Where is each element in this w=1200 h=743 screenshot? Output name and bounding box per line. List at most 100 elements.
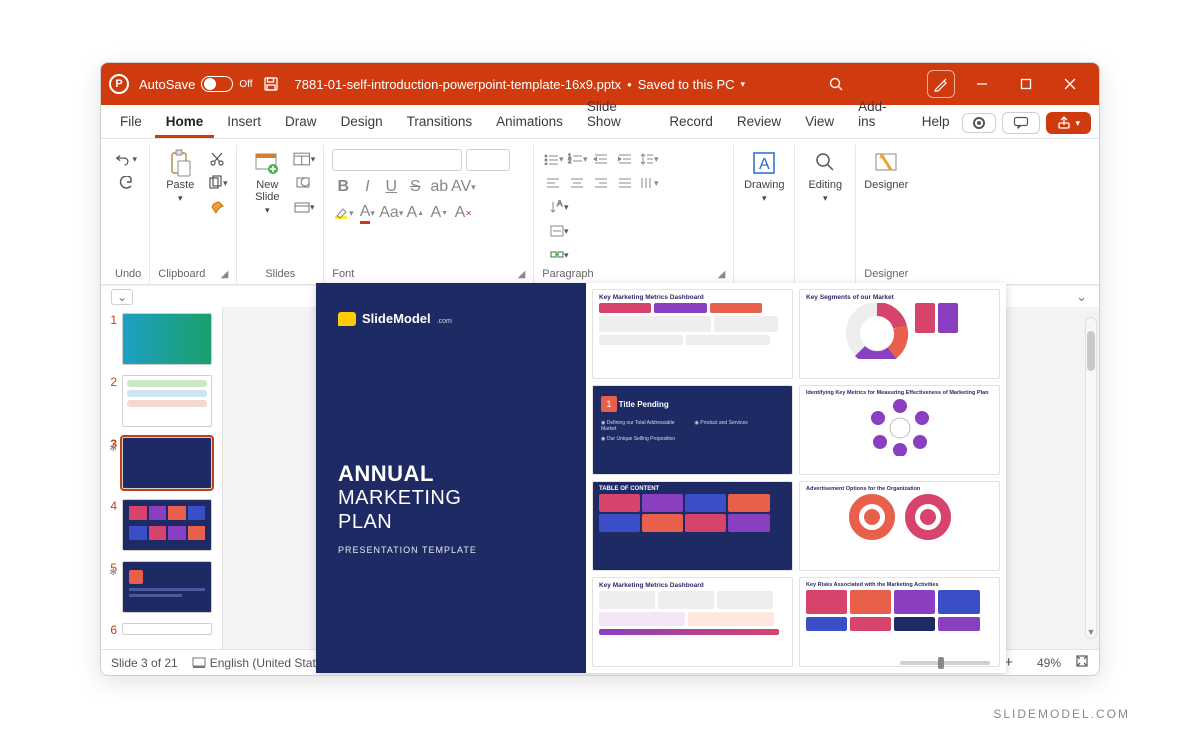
tab-add-ins[interactable]: Add-ins <box>847 91 909 138</box>
app-logo-icon: P <box>109 74 129 94</box>
numbering-button[interactable]: 12▾ <box>566 149 588 169</box>
align-text-button[interactable]: ▾ <box>548 221 570 241</box>
thumbnail-1[interactable]: 1 <box>103 313 216 365</box>
text-direction-button[interactable]: A▾ <box>548 197 570 217</box>
tab-design[interactable]: Design <box>330 106 394 138</box>
tab-draw[interactable]: Draw <box>274 106 328 138</box>
group-label-paragraph: Paragraph <box>542 268 593 280</box>
copy-button[interactable]: ▾ <box>206 173 228 193</box>
ribbon-group-undo: ▾ Undo <box>107 145 150 284</box>
share-button[interactable]: ▾ <box>1046 112 1091 134</box>
zoom-slider[interactable] <box>900 661 990 665</box>
align-left-button[interactable] <box>542 173 564 193</box>
font-size-select[interactable] <box>466 149 510 171</box>
slide-counter[interactable]: Slide 3 of 21 <box>111 656 178 670</box>
thumbnail-5[interactable]: 5✻ <box>103 561 216 613</box>
dialog-launcher-icon[interactable]: ◢ <box>518 269 526 280</box>
indent-decrease-button[interactable] <box>590 149 612 169</box>
slide-thumbnail-pane[interactable]: 1 2 3✻ 4 5✻ 6 <box>101 307 223 649</box>
vertical-scrollbar[interactable]: ▲ ▼ <box>1085 317 1097 639</box>
align-right-button[interactable] <box>590 173 612 193</box>
mini-8: Key Risks Associated with the Marketing … <box>799 577 1000 667</box>
bold-button[interactable]: B <box>332 177 354 197</box>
reset-button[interactable] <box>293 173 315 193</box>
close-button[interactable] <box>1049 63 1091 105</box>
paste-button[interactable]: Paste▾ <box>158 149 202 204</box>
group-label-designer: Designer <box>864 265 908 284</box>
layout-button[interactable]: ▾ <box>293 149 315 169</box>
watermark: SLIDEMODEL.COM <box>993 707 1130 721</box>
tab-home[interactable]: Home <box>155 106 215 138</box>
editing-button[interactable]: Editing▾ <box>803 149 847 204</box>
tab-review[interactable]: Review <box>726 106 792 138</box>
slide-title-2: MARKETING <box>338 487 461 510</box>
shadow-text-button[interactable]: ab <box>428 177 450 197</box>
change-case-button[interactable]: Aa▾ <box>380 203 402 223</box>
shrink-font-button[interactable]: A▼ <box>428 203 450 223</box>
tab-animations[interactable]: Animations <box>485 106 574 138</box>
camera-record-button[interactable] <box>962 113 996 133</box>
tab-insert[interactable]: Insert <box>216 106 272 138</box>
italic-button[interactable]: I <box>356 177 378 197</box>
bullets-button[interactable]: ▾ <box>542 149 564 169</box>
maximize-button[interactable] <box>1005 63 1047 105</box>
font-color-button[interactable]: A▾ <box>356 203 378 223</box>
new-slide-button[interactable]: New Slide▾ <box>245 149 289 216</box>
dialog-launcher-icon[interactable]: ◢ <box>718 269 726 280</box>
fit-to-window-button[interactable] <box>1075 654 1089 671</box>
group-label-undo: Undo <box>115 265 141 284</box>
tab-help[interactable]: Help <box>911 106 961 138</box>
undo-button[interactable]: ▾ <box>115 149 137 169</box>
columns-button[interactable]: ▾ <box>638 173 660 193</box>
thumbnail-4[interactable]: 4 <box>103 499 216 551</box>
clear-format-button[interactable]: A✕ <box>452 203 474 223</box>
collapse-ribbon-button[interactable]: ⌄ <box>1076 289 1087 305</box>
current-slide[interactable]: SlideModel.com ANNUAL MARKETING PLAN PRE… <box>316 283 1006 673</box>
slidemodel-logo: SlideModel.com <box>338 311 452 326</box>
cut-button[interactable] <box>206 149 228 169</box>
zoom-level[interactable]: 49% <box>1027 656 1061 670</box>
redo-button[interactable] <box>115 173 137 193</box>
tab-file[interactable]: File <box>109 106 153 138</box>
line-spacing-button[interactable]: ▾ <box>638 149 660 169</box>
pen-mode-button[interactable] <box>927 70 955 98</box>
thumbnail-2[interactable]: 2 <box>103 375 216 427</box>
underline-button[interactable]: U <box>380 177 402 197</box>
drawing-button[interactable]: A Drawing▾ <box>742 149 786 204</box>
tab-view[interactable]: View <box>794 106 845 138</box>
highlight-button[interactable]: ▾ <box>332 203 354 223</box>
document-title[interactable]: 7881-01-self-introduction-powerpoint-tem… <box>295 77 746 92</box>
designer-button[interactable]: Designer <box>864 149 908 191</box>
smartart-button[interactable]: ▾ <box>548 245 570 265</box>
drawing-icon: A <box>750 149 778 177</box>
dialog-launcher-icon[interactable]: ◢ <box>221 269 229 280</box>
tab-transitions[interactable]: Transitions <box>396 106 484 138</box>
format-painter-button[interactable] <box>206 197 228 217</box>
autosave-toggle[interactable]: AutoSave Off <box>139 76 253 92</box>
font-family-select[interactable] <box>332 149 462 171</box>
section-button[interactable]: ▾ <box>293 197 315 217</box>
chevron-down-icon: ▾ <box>741 79 746 90</box>
svg-text:A: A <box>759 156 770 173</box>
scroll-down-icon[interactable]: ▼ <box>1085 627 1097 639</box>
strike-button[interactable]: S <box>404 177 426 197</box>
search-button[interactable] <box>755 76 917 92</box>
character-spacing-button[interactable]: AV▾ <box>452 177 474 197</box>
record-icon <box>973 117 985 129</box>
tab-slide-show[interactable]: Slide Show <box>576 91 656 138</box>
comments-button[interactable] <box>1002 112 1040 134</box>
save-icon[interactable] <box>263 76 279 92</box>
tab-record[interactable]: Record <box>658 106 724 138</box>
ribbon-group-designer: Designer Designer <box>856 145 916 284</box>
justify-button[interactable] <box>614 173 636 193</box>
minimize-button[interactable] <box>961 63 1003 105</box>
thumbnail-3[interactable]: 3✻ <box>103 437 216 489</box>
overflow-chevron-icon[interactable]: ⌄ <box>111 289 133 305</box>
slide-canvas[interactable]: SlideModel.com ANNUAL MARKETING PLAN PRE… <box>223 307 1099 649</box>
language-indicator[interactable]: English (United States) <box>192 656 333 670</box>
thumbnail-6[interactable]: 6 <box>103 623 216 637</box>
indent-increase-button[interactable] <box>614 149 636 169</box>
autosave-state: Off <box>239 79 252 90</box>
align-center-button[interactable] <box>566 173 588 193</box>
grow-font-button[interactable]: A▲ <box>404 203 426 223</box>
